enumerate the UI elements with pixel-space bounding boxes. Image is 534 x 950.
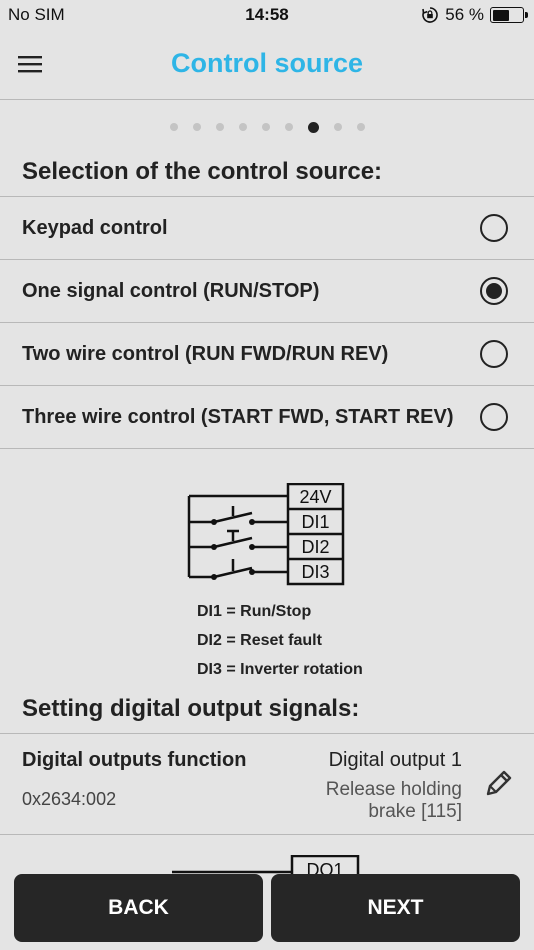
radio-button[interactable] bbox=[480, 403, 508, 431]
back-button[interactable]: BACK bbox=[14, 874, 263, 942]
rotation-lock-icon bbox=[422, 7, 439, 23]
battery-percent: 56 % bbox=[445, 5, 484, 24]
terminal-label: DI2 bbox=[301, 537, 329, 557]
section-title-control: Selection of the control source: bbox=[22, 158, 383, 185]
page-dot bbox=[192, 123, 201, 131]
parameter-label: Digital outputs function bbox=[22, 749, 247, 771]
option-keypad-control[interactable]: Keypad control bbox=[0, 197, 534, 260]
page-dot-active bbox=[307, 121, 319, 133]
battery-icon bbox=[490, 7, 528, 23]
option-three-wire-control[interactable]: Three wire control (START FWD, START REV… bbox=[0, 386, 534, 449]
page-dot bbox=[284, 123, 293, 131]
terminal-label: DI3 bbox=[301, 562, 329, 582]
radio-button[interactable] bbox=[480, 340, 508, 368]
page-dot bbox=[261, 123, 270, 131]
page-dot bbox=[356, 123, 365, 131]
legend-di1: DI1 = Run/Stop bbox=[197, 603, 312, 620]
page-title: Control source bbox=[170, 48, 364, 78]
wiring-diagram: 24V DI1 DI2 DI3 bbox=[187, 483, 345, 586]
app-bar: Control source bbox=[0, 30, 534, 100]
next-button[interactable]: NEXT bbox=[271, 874, 520, 942]
terminal-label: DO1 bbox=[306, 860, 343, 875]
terminal-label: DI1 bbox=[301, 512, 329, 532]
radio-button[interactable] bbox=[480, 214, 508, 242]
option-two-wire-control[interactable]: Two wire control (RUN FWD/RUN REV) bbox=[0, 323, 534, 386]
page-dot bbox=[215, 123, 224, 131]
section-title-digital-outputs: Setting digital output signals: bbox=[22, 695, 360, 722]
edit-button[interactable] bbox=[480, 766, 516, 802]
control-source-options: Keypad control One signal control (RUN/S… bbox=[0, 196, 534, 449]
legend-di2: DI2 = Reset fault bbox=[197, 632, 322, 649]
parameter-code: 0x2634:002 bbox=[22, 789, 117, 809]
legend-di3: DI3 = Inverter rotation bbox=[197, 661, 363, 678]
output-value: Release holding brake [115] bbox=[325, 779, 462, 822]
option-label: Keypad control bbox=[22, 216, 168, 239]
option-label: Two wire control (RUN FWD/RUN REV) bbox=[22, 342, 389, 365]
page-dot bbox=[333, 123, 342, 131]
output-diagram: DO1 bbox=[172, 855, 360, 875]
status-right: 56 % bbox=[421, 5, 528, 25]
page-indicator bbox=[0, 121, 534, 133]
terminal-label: 24V bbox=[299, 487, 331, 507]
output-name: Digital output 1 bbox=[328, 749, 462, 771]
option-label: Three wire control (START FWD, START REV… bbox=[22, 405, 454, 428]
radio-button[interactable] bbox=[480, 277, 508, 305]
option-one-signal-control[interactable]: One signal control (RUN/STOP) bbox=[0, 260, 534, 323]
page-dot bbox=[238, 123, 247, 131]
pencil-icon bbox=[486, 770, 512, 796]
status-bar: No SIM 14:58 56 % bbox=[0, 0, 534, 30]
page-dot bbox=[169, 123, 178, 131]
digital-outputs-row[interactable]: Digital outputs function 0x2634:002 Digi… bbox=[0, 733, 534, 835]
option-label: One signal control (RUN/STOP) bbox=[22, 279, 320, 302]
